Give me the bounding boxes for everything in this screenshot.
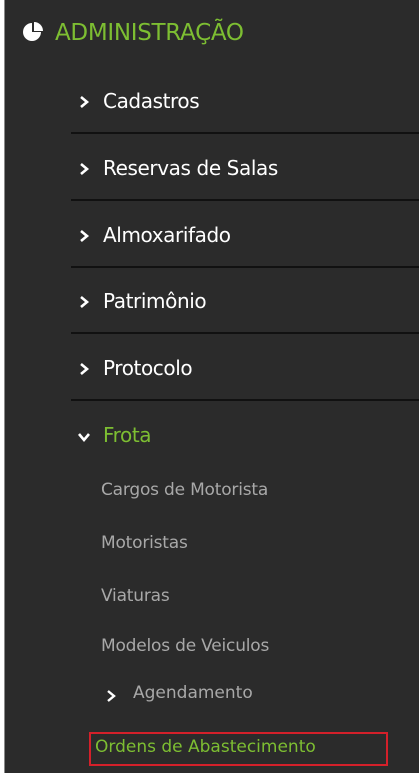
chevron-down-icon bbox=[78, 433, 90, 443]
menu-item-label: Patrimônio bbox=[103, 289, 207, 313]
section-header[interactable]: ADMINISTRAÇÃO bbox=[5, 14, 419, 58]
chevron-right-icon bbox=[80, 163, 90, 175]
section-title: ADMINISTRAÇÃO bbox=[55, 20, 244, 46]
menu-item-almoxarifado[interactable]: Almoxarifado bbox=[71, 202, 419, 268]
chevron-right-icon bbox=[80, 230, 90, 242]
menu-item-protocolo[interactable]: Protocolo bbox=[71, 335, 419, 401]
submenu-item-label: Ordens de Abastecimento bbox=[95, 737, 316, 757]
menu-item-cadastros[interactable]: Cadastros bbox=[71, 68, 419, 134]
menu-item-patrimonio[interactable]: Patrimônio bbox=[71, 268, 419, 334]
chevron-right-icon bbox=[80, 96, 90, 108]
submenu-item-label: Agendamento bbox=[133, 683, 253, 703]
submenu-item-ordens-de-abastecimento[interactable]: Ordens de Abastecimento bbox=[89, 732, 388, 766]
submenu-item-modelos-de-veiculos[interactable]: Modelos de Veiculos bbox=[101, 636, 269, 656]
chevron-right-icon bbox=[107, 690, 116, 702]
chevron-right-icon bbox=[80, 296, 90, 308]
submenu-item-cargos-de-motorista[interactable]: Cargos de Motorista bbox=[101, 480, 268, 500]
menu-item-label: Almoxarifado bbox=[103, 223, 231, 247]
menu-item-label: Cadastros bbox=[103, 89, 200, 113]
menu-item-frota[interactable]: Frota bbox=[71, 402, 419, 468]
menu-item-label: Frota bbox=[103, 423, 152, 447]
menu-item-reservas-de-salas[interactable]: Reservas de Salas bbox=[71, 135, 419, 201]
pie-chart-icon bbox=[23, 22, 43, 41]
menu-item-label: Reservas de Salas bbox=[103, 156, 278, 180]
sidebar-menu: ADMINISTRAÇÃO Cadastros Reservas de Sala… bbox=[4, 0, 419, 773]
submenu-item-motoristas[interactable]: Motoristas bbox=[101, 533, 188, 553]
submenu-item-viaturas[interactable]: Viaturas bbox=[101, 586, 170, 606]
menu-item-label: Protocolo bbox=[103, 356, 193, 380]
chevron-right-icon bbox=[80, 363, 90, 375]
